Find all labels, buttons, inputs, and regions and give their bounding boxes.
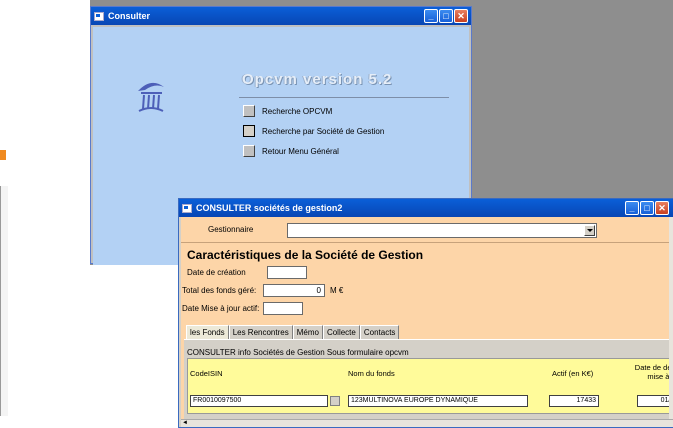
scroll-left-icon[interactable]: ◄ [181,420,189,427]
date-creation-label: Date de création [187,268,246,277]
societes-title: CONSULTER sociétés de gestion2 [196,203,343,213]
societes-body: Gestionnaire Caractéristiques de la Soci… [181,217,673,427]
vertical-scrollbar[interactable] [669,217,673,427]
minimize-button[interactable]: _ [625,201,639,215]
tab-contacts[interactable]: Contacts [359,325,400,339]
date-creation-field[interactable] [267,266,307,279]
menu-label: Retour Menu Général [262,146,339,156]
horizontal-scrollbar[interactable]: ◄ [181,419,673,427]
column-header-actif: Actif (en K€) [552,369,594,378]
cell-actif[interactable]: 17433 [549,395,599,407]
bank-logo-icon [138,82,164,112]
tab-les-fonds[interactable]: les Fonds [186,325,229,340]
form-icon [94,11,104,21]
consulter-title: Consulter [108,11,151,21]
subform-caption: CONSULTER info Sociétés de Gestion Sous … [187,348,409,357]
close-button[interactable]: ✕ [454,9,468,23]
fonds-grid: CodeISIN Nom du fonds Actif (en K€) Date… [187,358,673,414]
cell-nom-fonds[interactable]: 123MULTINOVA EUROPE DYNAMIQUE [348,395,528,407]
total-fonds-field[interactable]: 0 [263,284,325,297]
menu-recherche-opcvm[interactable]: Recherche OPCVM [243,105,332,117]
societes-titlebar[interactable]: CONSULTER sociétés de gestion2 _ □ ✕ [179,199,673,217]
tab-strip: les Fonds Les Rencontres Mémo Collecte C… [186,325,400,340]
maximize-button[interactable]: □ [640,201,654,215]
column-header-codeisin: CodeISIN [190,369,223,378]
form-icon [182,203,192,213]
tab-collecte[interactable]: Collecte [322,325,360,339]
column-header-date: Date de derniè mise à jour [634,363,673,381]
minimize-button[interactable]: _ [424,9,438,23]
tab-rencontres[interactable]: Les Rencontres [228,325,293,339]
menu-button-box[interactable] [243,125,255,137]
total-fonds-unit: M € [330,286,344,295]
menu-label: Recherche OPCVM [262,106,333,116]
title-separator [239,97,449,98]
menu-label: Recherche par Société de Gestion [262,126,385,136]
gestionnaire-select[interactable] [287,223,597,238]
version-title: Opcvm version 5.2 [242,71,393,88]
mdi-blank-area [90,265,180,422]
background-window-panel [0,186,8,416]
column-header-nom: Nom du fonds [348,369,395,378]
cell-codeisin[interactable]: FR0010097500 [190,395,328,407]
date-maj-field[interactable] [263,302,303,315]
gestionnaire-label: Gestionnaire [208,225,254,234]
chevron-down-icon[interactable] [584,225,595,236]
menu-button-box[interactable] [243,145,255,157]
menu-button-box[interactable] [243,105,255,117]
background-window-edge [0,0,8,422]
date-maj-label: Date Mise à jour actif: [182,304,260,313]
tab-memo[interactable]: Mémo [292,325,323,339]
menu-retour-general[interactable]: Retour Menu Général [243,145,339,157]
section-heading: Caractéristiques de la Société de Gestio… [187,248,424,262]
cell-date[interactable]: 01/04/2 [637,395,673,407]
close-button[interactable]: ✕ [655,201,669,215]
fonds-subform: CONSULTER info Sociétés de Gestion Sous … [184,339,673,419]
total-fonds-label: Total des fonds géré: [182,286,257,295]
societes-window: CONSULTER sociétés de gestion2 _ □ ✕ Ges… [178,198,673,428]
background-window-icon [0,150,6,160]
gestionnaire-row: Gestionnaire [181,217,673,243]
consulter-titlebar[interactable]: Consulter _ □ ✕ [91,7,471,25]
menu-recherche-societe[interactable]: Recherche par Société de Gestion [243,125,384,137]
maximize-button[interactable]: □ [439,9,453,23]
calendar-icon[interactable] [330,396,340,406]
